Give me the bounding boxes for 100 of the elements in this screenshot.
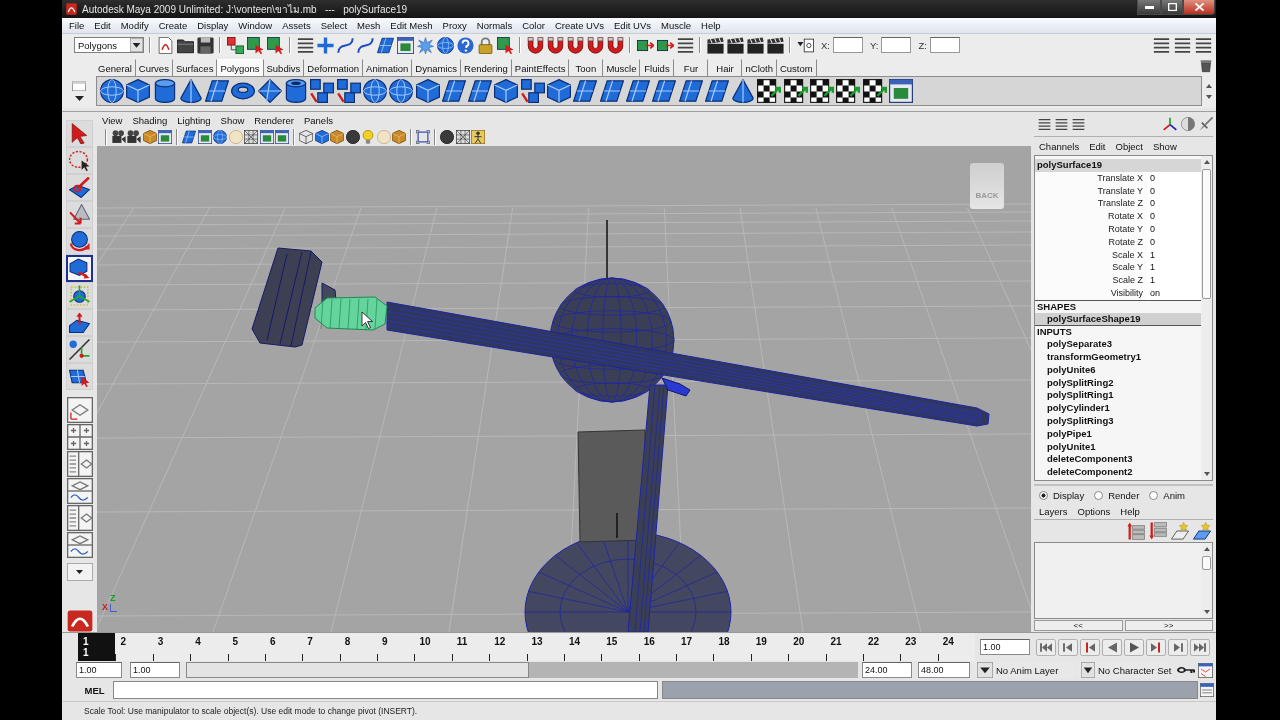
menu-item[interactable]: Show xyxy=(215,114,250,126)
key-icon[interactable] xyxy=(1177,664,1195,676)
ball-icon[interactable] xyxy=(440,130,454,144)
lines-icon[interactable] xyxy=(1055,117,1068,131)
menu-item[interactable]: Window xyxy=(233,20,278,31)
radio-button[interactable] xyxy=(1149,490,1159,500)
window-frame-icon[interactable] xyxy=(888,79,913,103)
clapper-icon[interactable] xyxy=(747,36,764,54)
close-button[interactable] xyxy=(1183,0,1215,15)
menu-item[interactable]: Create UVs xyxy=(549,20,610,31)
attribute-name[interactable]: Translate Y xyxy=(1035,184,1147,198)
skip-to-end-icon[interactable] xyxy=(1190,638,1210,656)
caret-down-icon[interactable] xyxy=(74,96,84,101)
checker-icon[interactable] xyxy=(783,79,808,103)
plane-icon[interactable] xyxy=(678,79,703,103)
target-icon[interactable] xyxy=(797,36,814,54)
skeleton-icon[interactable] xyxy=(471,130,485,144)
menu-item[interactable]: Edit UVs xyxy=(609,20,656,31)
step-forward-icon[interactable] xyxy=(1168,638,1188,656)
menu-item[interactable]: Muscle xyxy=(656,20,697,31)
minimize-button[interactable] xyxy=(1137,0,1161,15)
lines-icon[interactable] xyxy=(1038,117,1051,131)
window-frame-icon[interactable] xyxy=(158,130,172,144)
current-time-field[interactable]: 1.00 xyxy=(980,639,1030,655)
arrow-down-icon[interactable] xyxy=(1203,472,1210,476)
plane-icon[interactable] xyxy=(205,79,230,103)
language-toggle[interactable]: MEL xyxy=(76,681,113,699)
bracket-square-icon[interactable] xyxy=(416,130,430,144)
start-time-field[interactable]: 1.00 xyxy=(76,662,122,678)
menu-item[interactable]: Channels xyxy=(1034,140,1085,152)
sphere-icon[interactable] xyxy=(362,79,387,103)
crate-icon[interactable] xyxy=(142,130,157,144)
pane-single-icon[interactable] xyxy=(66,397,93,423)
input-node[interactable]: polyCylinder1 xyxy=(1035,402,1201,415)
square-cursor-icon[interactable] xyxy=(497,36,514,54)
pin-icon[interactable] xyxy=(1199,117,1213,131)
pager-button[interactable]: << xyxy=(1034,620,1123,631)
window-frame-icon[interactable] xyxy=(197,130,212,144)
arrow-down-icon[interactable] xyxy=(1203,610,1210,614)
end-time-field[interactable]: 48.00 xyxy=(918,662,970,678)
menu-item[interactable]: Panels xyxy=(298,114,338,126)
shape-node[interactable]: polySurfaceShape19 xyxy=(1035,312,1201,326)
window-frame-icon[interactable] xyxy=(259,130,274,144)
input-node[interactable]: polyUnite6 xyxy=(1035,363,1201,377)
scrollbar-thumb[interactable] xyxy=(1202,169,1211,299)
help-icon[interactable] xyxy=(457,36,474,54)
cube-icon[interactable] xyxy=(314,130,329,144)
star-plane-icon[interactable] xyxy=(1171,522,1189,540)
text-window-icon[interactable] xyxy=(1200,683,1214,697)
maximize-icon[interactable] xyxy=(1167,3,1177,11)
layout-menu-button[interactable] xyxy=(66,563,93,581)
menu-item[interactable]: Options xyxy=(1072,506,1116,517)
checker-icon[interactable] xyxy=(810,79,834,103)
input-node[interactable]: polyPipe1 xyxy=(1035,427,1201,441)
menu-item[interactable]: File xyxy=(64,20,90,31)
play-backward-icon[interactable] xyxy=(1102,638,1122,656)
curve-icon[interactable] xyxy=(357,36,374,54)
camera-icon[interactable] xyxy=(111,130,126,144)
caret-icon[interactable] xyxy=(1081,662,1095,678)
document-icon[interactable] xyxy=(157,36,174,54)
attribute-name[interactable]: Scale Y xyxy=(1035,261,1147,275)
menu-item[interactable]: Lighting xyxy=(172,114,216,126)
trash-icon[interactable] xyxy=(1200,59,1212,73)
radio-button[interactable] xyxy=(1039,490,1048,500)
range-end-field[interactable]: 24.00 xyxy=(862,662,912,678)
menu-item[interactable]: Renderer xyxy=(249,114,299,126)
menu-item[interactable]: Proxy xyxy=(437,20,472,31)
arrow-up-icon[interactable] xyxy=(1203,547,1210,551)
floppy-icon[interactable] xyxy=(197,36,214,54)
sphere-icon[interactable] xyxy=(389,79,414,103)
plane-icon[interactable] xyxy=(704,79,729,103)
menu-item[interactable]: Select xyxy=(315,20,353,31)
wire-grid-icon[interactable] xyxy=(455,130,470,144)
lines-icon[interactable] xyxy=(1072,117,1085,131)
attribute-name[interactable]: Translate Z xyxy=(1035,197,1147,211)
menu-item[interactable]: Modify xyxy=(115,20,154,31)
pane-split-icon[interactable] xyxy=(66,532,93,558)
input-node[interactable]: deleteComponent3 xyxy=(1035,453,1201,467)
plane-icon[interactable] xyxy=(652,79,677,103)
menu-item[interactable]: View xyxy=(97,114,128,126)
range-bar[interactable] xyxy=(186,662,529,678)
attribute-name[interactable]: Scale Z xyxy=(1035,274,1147,287)
axes-icon[interactable] xyxy=(1163,117,1177,131)
tool-button[interactable] xyxy=(66,255,93,282)
arrow-up-icon[interactable] xyxy=(1206,83,1212,88)
magnet-icon[interactable] xyxy=(547,36,564,54)
lines-icon[interactable] xyxy=(677,36,694,54)
checker-icon[interactable] xyxy=(862,79,887,103)
attribute-name[interactable]: Rotate Y xyxy=(1035,223,1147,236)
magnet-icon[interactable] xyxy=(587,36,604,54)
plane-icon[interactable] xyxy=(441,79,466,103)
attribute-name[interactable]: Visibility xyxy=(1035,286,1147,300)
object-name[interactable]: polySurface19 xyxy=(1035,159,1201,172)
graph-window-icon[interactable] xyxy=(1198,662,1213,678)
lock-icon[interactable] xyxy=(477,36,494,54)
square-cursor-icon[interactable] xyxy=(247,36,264,54)
menu-set-dropdown[interactable]: Polygons xyxy=(74,37,144,53)
crate-icon[interactable] xyxy=(392,130,406,144)
menu-item[interactable]: Edit xyxy=(89,20,116,31)
attribute-name[interactable]: Rotate Z xyxy=(1035,235,1147,249)
